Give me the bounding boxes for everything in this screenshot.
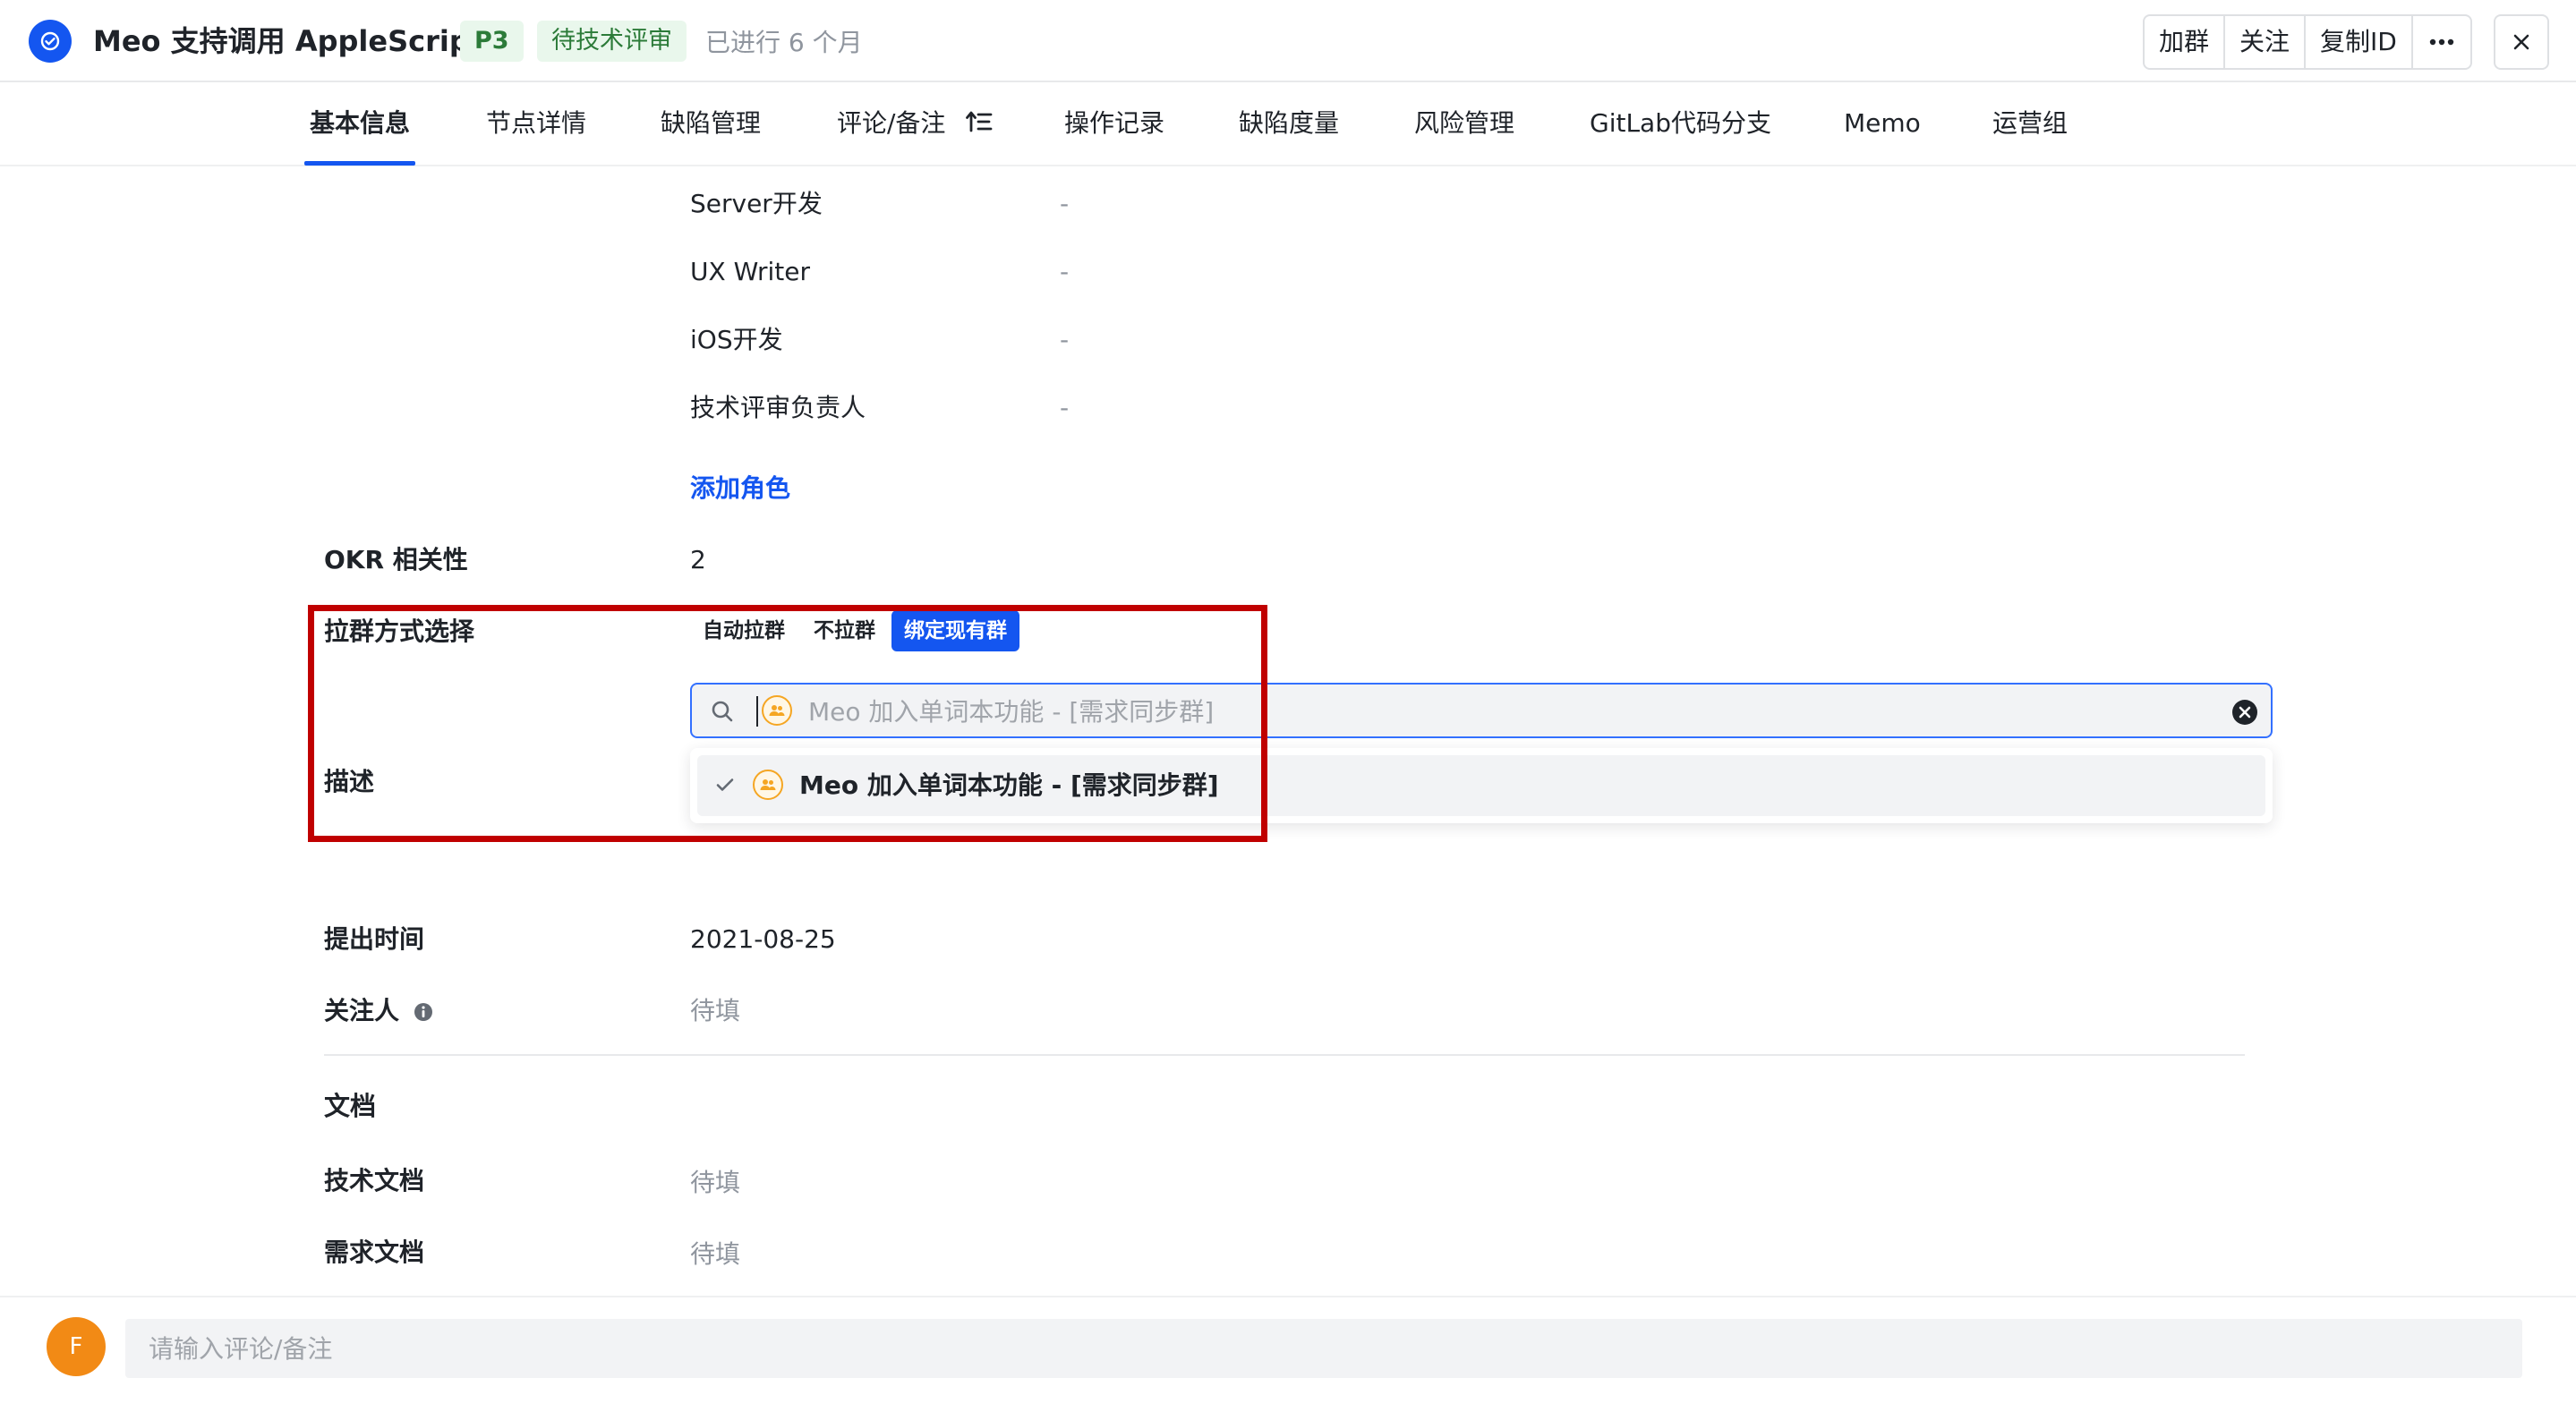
page-title: Meo 支持调用 AppleScript [93, 24, 484, 58]
detail-header: Meo 支持调用 AppleScript P3 待技术评审 已进行 6 个月 加… [0, 0, 2576, 82]
header-actions: 加群 关注 复制ID [2143, 14, 2472, 70]
priority-badge[interactable]: P3 [460, 21, 524, 62]
role-ux-writer: UX Writer [690, 257, 811, 286]
tab-ops-group[interactable]: 运营组 [1992, 106, 2068, 141]
tab-gitlab[interactable]: GitLab代码分支 [1590, 106, 1771, 141]
tab-defect-metrics[interactable]: 缺陷度量 [1239, 106, 1339, 141]
submit-time-label: 提出时间 [324, 924, 425, 954]
role-tech-review-owner: 技术评审负责人 [690, 393, 866, 422]
active-tab-indicator [304, 161, 415, 166]
followers-label: 关注人 [324, 993, 433, 1029]
info-icon[interactable] [414, 1002, 433, 1022]
tab-operation-log[interactable]: 操作记录 [1064, 106, 1164, 141]
followers-label-text: 关注人 [324, 996, 400, 1025]
role-server-dev: Server开发 [690, 189, 823, 218]
role-ios-dev-value[interactable]: - [1060, 322, 1069, 358]
submit-time-value[interactable]: 2021-08-25 [690, 922, 836, 957]
okr-value[interactable]: 2 [690, 542, 706, 578]
tab-comments[interactable]: 评论/备注 [837, 106, 993, 141]
tab-basic-info[interactable]: 基本信息 [310, 106, 410, 141]
tab-defects[interactable]: 缺陷管理 [661, 106, 761, 141]
annotation-highlight-box [308, 605, 1267, 842]
req-doc-value[interactable]: 待填 [690, 1237, 740, 1272]
elapsed-time: 已进行 6 个月 [705, 28, 863, 57]
okr-label: OKR 相关性 [324, 545, 468, 574]
tab-risk[interactable]: 风险管理 [1414, 106, 1514, 141]
more-icon[interactable] [2413, 16, 2470, 68]
sort-icon[interactable] [966, 109, 993, 134]
status-badge[interactable]: 待技术评审 [537, 21, 687, 62]
followers-value[interactable]: 待填 [690, 993, 740, 1029]
role-tech-review-owner-value[interactable]: - [1060, 390, 1069, 426]
section-divider [324, 1054, 2245, 1056]
comment-bar: F [0, 1296, 2576, 1412]
status-check-icon[interactable] [29, 20, 72, 63]
role-ios-dev: iOS开发 [690, 325, 783, 354]
follow-button[interactable]: 关注 [2225, 16, 2307, 68]
tab-comments-label: 评论/备注 [837, 108, 946, 138]
tech-doc-label: 技术文档 [324, 1166, 425, 1195]
copy-id-button[interactable]: 复制ID [2306, 16, 2413, 68]
req-doc-label: 需求文档 [324, 1238, 425, 1267]
tab-bar: 基本信息 节点详情 缺陷管理 评论/备注 操作记录 缺陷度量 风险管理 GitL… [0, 82, 2576, 166]
docs-section-title: 文档 [324, 1091, 377, 1121]
join-group-button[interactable]: 加群 [2145, 16, 2226, 68]
close-icon[interactable] [2494, 14, 2549, 70]
tab-node-details[interactable]: 节点详情 [486, 106, 586, 141]
comment-input[interactable] [125, 1319, 2522, 1378]
clear-icon[interactable] [2231, 699, 2258, 726]
add-role-link[interactable]: 添加角色 [690, 471, 790, 506]
tech-doc-value[interactable]: 待填 [690, 1165, 740, 1201]
tab-memo[interactable]: Memo [1844, 106, 1921, 141]
role-ux-writer-value[interactable]: - [1060, 254, 1069, 290]
avatar[interactable]: F [47, 1317, 106, 1376]
role-server-dev-value[interactable]: - [1060, 186, 1069, 222]
